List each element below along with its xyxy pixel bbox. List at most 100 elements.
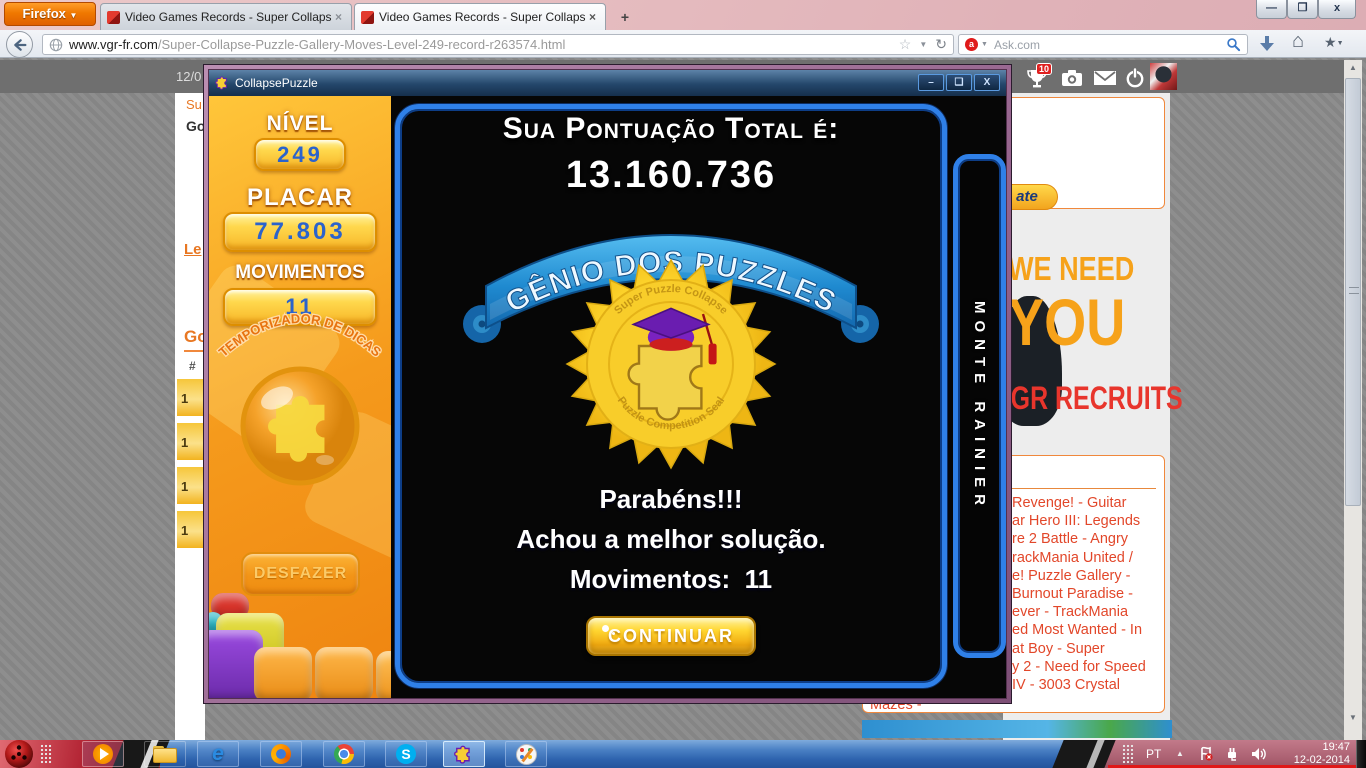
scroll-up-arrow-icon[interactable]: ▲ — [1344, 60, 1362, 76]
scrollbar[interactable]: ▲ ▼ — [1344, 60, 1362, 740]
firefox-menu-button[interactable]: Firefox ▼ — [4, 2, 96, 26]
total-score-line1: Sua Pontuação Total é: — [502, 112, 840, 145]
game-content: NÍVEL 249 PLACAR 77.803 MOVIMENTOS 11 TE… — [209, 96, 1006, 698]
left-link-fragment[interactable]: Le — [184, 241, 202, 258]
chevron-down-icon: ▼ — [1336, 40, 1344, 47]
continue-button[interactable]: CONTINUAR — [586, 616, 756, 656]
tray-clock[interactable]: 19:47 12-02-2014 — [1278, 741, 1350, 767]
moves-result-text: Movimentos: 11 — [569, 564, 773, 594]
sharingan-orb-icon — [11, 745, 27, 760]
level-name-vertical: MONTE RAINIER — [971, 300, 988, 512]
search-icon[interactable] — [1226, 37, 1241, 52]
network-plug-icon[interactable] — [1224, 746, 1240, 762]
window-inner: CollapsePuzzle – ❑ X NÍVEL 249 PLACAR 77… — [208, 69, 1007, 699]
taskbar-firefox-button[interactable] — [260, 741, 302, 767]
new-tab-button[interactable]: + — [612, 8, 638, 28]
hint-timer[interactable]: TEMPORIZADOR DE DICAS — [209, 274, 391, 514]
level-label: NÍVEL — [266, 112, 334, 135]
game-link[interactable]: ever - TrackMania — [1012, 603, 1146, 621]
taskbar-paint-button[interactable] — [505, 741, 547, 767]
chrome-icon — [334, 744, 354, 764]
puzzle-game-icon — [454, 745, 470, 764]
download-icon[interactable] — [1256, 33, 1278, 55]
orange-cube — [315, 647, 373, 698]
tab-title: Video Games Records - Super Collaps... — [379, 10, 586, 24]
show-desktop-button[interactable] — [1356, 740, 1366, 768]
scroll-down-arrow-icon[interactable]: ▼ — [1344, 710, 1362, 726]
taskbar: e S PT ▲ 19:47 12-02-2014 — [0, 740, 1366, 768]
volume-icon[interactable] — [1250, 746, 1268, 762]
browser-tab-strip: Firefox ▼ Video Games Records - Super Co… — [0, 0, 1366, 30]
game-link[interactable]: ar Hero III: Legends — [1012, 512, 1146, 530]
refresh-icon[interactable]: ↻ — [935, 36, 947, 53]
continue-label: CONTINUAR — [608, 626, 734, 646]
vgr-favicon-icon — [107, 10, 120, 24]
user-avatar[interactable] — [1150, 63, 1177, 90]
game-link[interactable]: re 2 Battle - Angry — [1012, 530, 1146, 548]
internet-explorer-icon: e — [212, 742, 224, 765]
bookmark-star-icon[interactable]: ☆ — [899, 36, 912, 53]
svg-text:TEMPORIZADOR DE DICAS: TEMPORIZADOR DE DICAS — [216, 311, 385, 360]
orange-cube — [376, 651, 391, 698]
tab-1[interactable]: Video Games Records - Super Collaps... × — [100, 3, 352, 30]
game-link[interactable]: rackMania United / — [1012, 549, 1146, 567]
best-solution-text: Achou a melhor solução. — [516, 524, 826, 554]
game-minimize-button[interactable]: – — [918, 74, 944, 91]
we-need-text: WE NEED — [1008, 250, 1135, 287]
game-link[interactable]: Burnout Paradise - — [1012, 585, 1146, 603]
taskbar-grip-dots — [40, 744, 52, 764]
back-button[interactable] — [6, 31, 33, 58]
score-label: PLACAR — [247, 184, 353, 211]
window-restore-button[interactable]: ❐ — [1287, 0, 1318, 19]
tab-2-active[interactable]: Video Games Records - Super Collaps... × — [354, 3, 606, 30]
show-hidden-icons-arrow[interactable]: ▲ — [1176, 749, 1184, 758]
tab-close-icon[interactable]: × — [586, 10, 599, 24]
language-indicator[interactable]: PT — [1146, 747, 1161, 761]
game-window-title: CollapsePuzzle — [235, 76, 318, 90]
taskbar-chrome-button[interactable] — [323, 741, 365, 767]
tray-date: 12-02-2014 — [1293, 754, 1350, 766]
scrollbar-grip — [1349, 287, 1359, 294]
undo-button[interactable]: DESFAZER — [241, 552, 360, 596]
game-link[interactable]: ed Most Wanted - In — [1012, 621, 1146, 639]
taskbar-explorer-button[interactable] — [144, 741, 186, 767]
orange-cube — [254, 647, 312, 698]
tab-close-icon[interactable]: × — [332, 10, 345, 24]
game-link[interactable]: at Boy - Super — [1012, 640, 1146, 658]
action-center-flag-icon[interactable] — [1198, 746, 1214, 762]
game-close-button[interactable]: X — [974, 74, 1000, 91]
window-minimize-button[interactable]: — — [1256, 0, 1287, 19]
window-frame: CollapsePuzzle – ❑ X NÍVEL 249 PLACAR 77… — [204, 65, 1011, 703]
window-close-button[interactable]: x — [1318, 0, 1356, 19]
game-title-bar[interactable]: CollapsePuzzle – ❑ X — [209, 70, 1006, 96]
taskbar-skype-button[interactable]: S — [385, 741, 427, 767]
search-engine-dropdown-icon[interactable]: ▼ — [981, 41, 988, 48]
total-score-value: 13.160.736 — [565, 154, 777, 196]
mail-icon[interactable] — [1092, 67, 1118, 89]
taskbar-ie-button[interactable]: e — [197, 741, 239, 767]
search-box[interactable]: a ▼ Ask.com — [958, 34, 1248, 55]
button-sparkle — [602, 625, 609, 632]
start-button[interactable] — [5, 740, 33, 768]
tray-grip-dots — [1122, 744, 1134, 764]
url-bar[interactable]: www.vgr-fr.com/Super-Collapse-Puzzle-Gal… — [42, 34, 954, 55]
bookmarks-menu-icon[interactable]: ★▼ — [1324, 34, 1344, 51]
game-link[interactable]: IV - 3003 Crystal — [1012, 676, 1146, 694]
media-player-icon — [93, 744, 113, 764]
skype-icon: S — [396, 744, 416, 764]
scrollbar-thumb[interactable] — [1345, 78, 1361, 506]
home-icon[interactable]: ⌂ — [1292, 30, 1304, 53]
taskbar-collapse-puzzle-button-active[interactable] — [443, 741, 485, 767]
game-link[interactable]: y 2 - Need for Speed — [1012, 658, 1146, 676]
game-link[interactable]: Revenge! - Guitar — [1012, 494, 1146, 512]
rank-column-header: # — [189, 359, 196, 373]
vgr-favicon-icon — [361, 10, 374, 24]
game-maximize-button[interactable]: ❑ — [946, 74, 972, 91]
level-side-tab[interactable]: MONTE RAINIER — [953, 154, 1006, 658]
taskbar-wmp-button[interactable] — [82, 741, 124, 767]
camera-icon[interactable] — [1060, 67, 1084, 89]
game-link[interactable]: e! Puzzle Gallery - — [1012, 567, 1146, 585]
congrats-text: Parabéns!!! — [599, 484, 743, 514]
url-dropdown-icon[interactable]: ▼ — [919, 40, 927, 49]
power-icon[interactable] — [1124, 67, 1146, 89]
